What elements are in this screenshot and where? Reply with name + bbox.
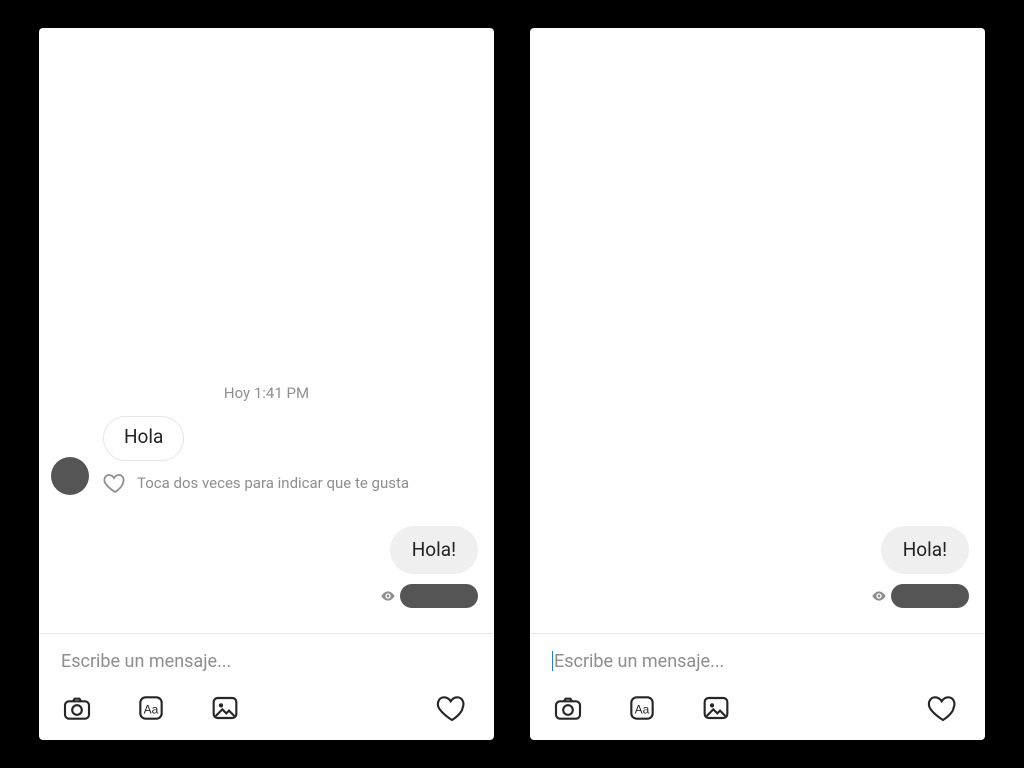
- like-hint-text: Toca dos veces para indicar que te gusta: [137, 474, 409, 492]
- like-hint-row: Toca dos veces para indicar que te gusta: [103, 471, 409, 495]
- outgoing-message-bubble[interactable]: Hola!: [881, 526, 969, 574]
- seen-by-redacted: [891, 584, 969, 608]
- message-input-placeholder: Escribe un mensaje...: [61, 651, 231, 672]
- seen-indicator-row: [871, 584, 969, 608]
- sender-avatar[interactable]: [51, 457, 89, 495]
- chat-screen-left: Hoy 1:41 PM Hola Toca dos veces para ind…: [39, 28, 494, 740]
- seen-eye-icon: [380, 588, 396, 604]
- text-caret: [552, 651, 553, 671]
- svg-text:Aa: Aa: [635, 702, 650, 716]
- message-composer: Escribe un mensaje... Aa: [530, 633, 985, 740]
- message-input-placeholder: Escribe un mensaje...: [554, 651, 724, 672]
- heart-icon[interactable]: [103, 471, 127, 495]
- incoming-message-bubble[interactable]: Hola: [103, 416, 184, 461]
- outgoing-message-bubble[interactable]: Hola!: [390, 526, 478, 574]
- chat-scroll-area[interactable]: Hoy 1:41 PM Hola Toca dos veces para ind…: [39, 28, 494, 633]
- incoming-message-row: Hola Toca dos veces para indicar que te …: [51, 416, 409, 495]
- outgoing-message-wrap: Hola!: [380, 526, 478, 608]
- chat-timestamp: Hoy 1:41 PM: [39, 384, 494, 402]
- camera-icon[interactable]: [61, 692, 93, 724]
- camera-icon[interactable]: [552, 692, 584, 724]
- text-style-icon[interactable]: Aa: [626, 692, 658, 724]
- seen-eye-icon: [871, 588, 887, 604]
- message-input[interactable]: Escribe un mensaje...: [61, 648, 472, 674]
- heart-icon[interactable]: [927, 692, 959, 724]
- chat-screen-right: Hola! Escribe un mensaje...: [530, 28, 985, 740]
- outgoing-message-wrap: Hola!: [871, 526, 969, 608]
- seen-indicator-row: [380, 584, 478, 608]
- heart-icon[interactable]: [436, 692, 468, 724]
- seen-by-redacted: [400, 584, 478, 608]
- text-style-icon[interactable]: Aa: [135, 692, 167, 724]
- message-input[interactable]: Escribe un mensaje...: [552, 648, 963, 674]
- message-composer: Escribe un mensaje... Aa: [39, 633, 494, 740]
- chat-scroll-area[interactable]: Hola!: [530, 28, 985, 633]
- gallery-icon[interactable]: [209, 692, 241, 724]
- svg-text:Aa: Aa: [144, 702, 159, 716]
- gallery-icon[interactable]: [700, 692, 732, 724]
